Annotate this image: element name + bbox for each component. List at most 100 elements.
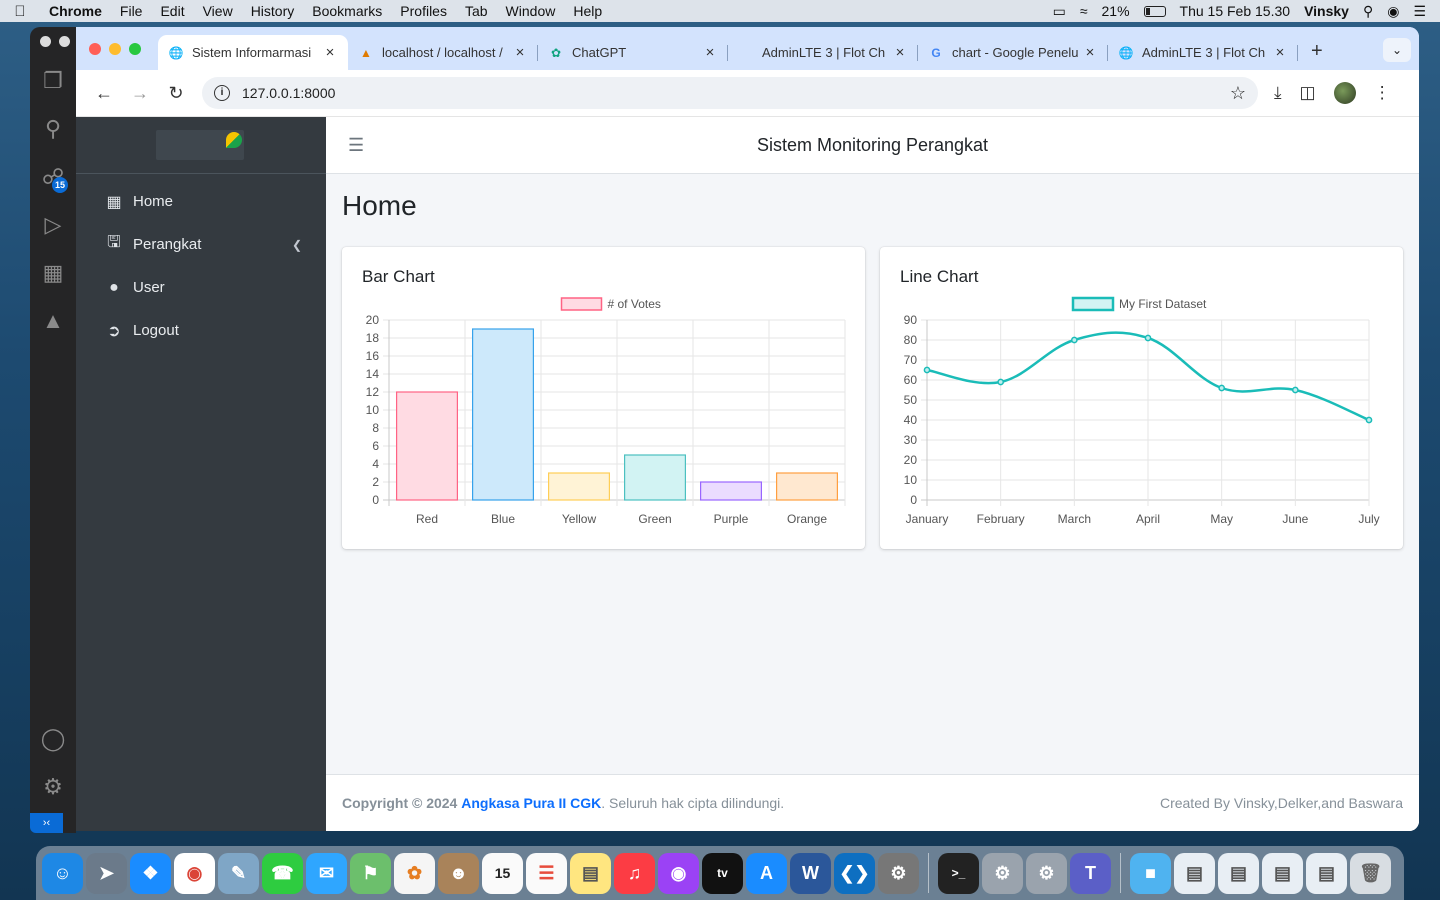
new-tab-icon[interactable]: +: [1311, 40, 1323, 63]
tab-adminlte-flot-1[interactable]: AdminLTE 3 | Flot Ch ×: [728, 35, 918, 70]
terminal-icon[interactable]: >_: [938, 852, 979, 894]
run-debug-icon[interactable]: ▷: [39, 211, 67, 239]
calendar-icon[interactable]: 15: [482, 852, 523, 894]
back-arrow-icon[interactable]: ←: [86, 83, 122, 104]
menu-app-name[interactable]: Chrome: [40, 3, 111, 19]
teams-icon[interactable]: T: [1070, 852, 1111, 894]
tab-adminlte-flot-2[interactable]: 🌐 AdminLTE 3 | Flot Ch ×: [1108, 35, 1298, 70]
facetime-icon[interactable]: ☎: [262, 852, 303, 894]
settings-icon[interactable]: ⚙: [982, 852, 1023, 894]
app-store-icon[interactable]: A: [746, 852, 787, 894]
bar-red: [395, 391, 458, 501]
window-dot[interactable]: [40, 36, 51, 47]
stack-icon[interactable]: ▤: [1306, 852, 1347, 894]
footer-brand-link[interactable]: Angkasa Pura II CGK: [461, 795, 601, 811]
menu-edit[interactable]: Edit: [151, 3, 193, 19]
menu-bookmarks[interactable]: Bookmarks: [303, 3, 391, 19]
explorer-icon[interactable]: ❐: [39, 67, 67, 95]
trash-icon[interactable]: 🗑: [1350, 852, 1391, 894]
close-tab-icon[interactable]: ×: [702, 44, 718, 61]
forward-arrow-icon[interactable]: →: [122, 83, 158, 104]
tab-sistem-informasi[interactable]: 🌐 Sistem Informarmasi ×: [158, 35, 348, 70]
chrome-icon[interactable]: ◉: [174, 852, 215, 894]
side-panel-icon[interactable]: ◫: [1300, 83, 1316, 103]
search-icon[interactable]: ⚲: [39, 115, 67, 143]
word-icon[interactable]: W: [790, 852, 831, 894]
menu-view[interactable]: View: [194, 3, 242, 19]
menu-help[interactable]: Help: [564, 3, 611, 19]
brand-logo[interactable]: [156, 130, 244, 160]
bookmark-star-icon[interactable]: ☆: [1230, 83, 1246, 104]
system-settings-icon[interactable]: ⚙: [878, 852, 919, 894]
stack-icon[interactable]: ▤: [1218, 852, 1259, 894]
contacts-icon[interactable]: ☻: [438, 852, 479, 894]
finder-icon[interactable]: ☺: [42, 852, 83, 894]
music-icon[interactable]: ♫: [614, 852, 655, 894]
maps-icon[interactable]: ⚑: [350, 852, 391, 894]
close-tab-icon[interactable]: ×: [892, 44, 908, 61]
stack-icon[interactable]: ▤: [1174, 852, 1215, 894]
minimize-window-button[interactable]: [109, 43, 121, 55]
notes-icon[interactable]: ▤: [570, 852, 611, 894]
apple-tv-icon[interactable]: tv: [702, 852, 743, 894]
more-menu-icon[interactable]: ⋮: [1374, 83, 1391, 103]
sidebar-item-perangkat[interactable]: 🖫 Perangkat ❮: [76, 223, 326, 266]
reminders-icon[interactable]: ☰: [526, 852, 567, 894]
airplay-icon[interactable]: ▭: [1053, 3, 1066, 20]
messages-icon[interactable]: ✉: [306, 852, 347, 894]
menu-tab[interactable]: Tab: [456, 3, 497, 19]
apple-icon[interactable]: : [0, 3, 40, 20]
battery-icon[interactable]: [1143, 5, 1166, 17]
podcasts-icon[interactable]: ◉: [658, 852, 699, 894]
menu-profiles[interactable]: Profiles: [391, 3, 456, 19]
vscode-icon[interactable]: ❮❯: [834, 852, 875, 894]
profile-avatar[interactable]: [1333, 82, 1356, 104]
line-chart-title: Line Chart: [900, 267, 979, 286]
reload-icon[interactable]: ↻: [158, 83, 194, 104]
tab-phpmyadmin[interactable]: ▲ localhost / localhost / ×: [348, 35, 538, 70]
sidebar-item-logout[interactable]: ➲ Logout: [76, 309, 326, 352]
close-tab-icon[interactable]: ×: [1082, 44, 1098, 61]
close-tab-icon[interactable]: ×: [512, 44, 528, 61]
preview-icon[interactable]: ✎: [218, 852, 259, 894]
y-tick-label: 2: [372, 475, 379, 489]
downloads-folder-icon[interactable]: ■: [1130, 852, 1171, 894]
site-info-icon[interactable]: i: [214, 85, 230, 101]
photos-icon[interactable]: ✿: [394, 852, 435, 894]
menu-window[interactable]: Window: [497, 3, 565, 19]
settings-gear-icon[interactable]: ⚙: [39, 773, 67, 801]
zoom-window-button[interactable]: [129, 43, 141, 55]
url-text[interactable]: 127.0.0.1:8000: [242, 85, 335, 101]
close-tab-icon[interactable]: ×: [322, 44, 338, 61]
data-point-april: [1144, 334, 1152, 342]
account-icon[interactable]: ◯: [39, 725, 67, 753]
clock[interactable]: Thu 15 Feb 15.30: [1180, 3, 1291, 19]
close-tab-icon[interactable]: ×: [1272, 44, 1288, 61]
tab-chatgpt[interactable]: ✿ ChatGPT ×: [538, 35, 728, 70]
settings-icon[interactable]: ⚙: [1026, 852, 1067, 894]
chevron-down-icon[interactable]: ⌄: [1383, 38, 1411, 62]
page-title: Home: [342, 190, 417, 221]
chevron-left-icon[interactable]: ❮: [292, 238, 302, 252]
testing-icon[interactable]: ▲: [39, 307, 67, 335]
siri-icon[interactable]: ◉: [1387, 3, 1399, 20]
download-icon[interactable]: ⤓: [1274, 83, 1282, 103]
tab-google-search[interactable]: G chart - Google Penelu ×: [918, 35, 1108, 70]
control-center-icon[interactable]: ☰: [1413, 3, 1426, 20]
launchpad-icon[interactable]: ➤: [86, 852, 127, 894]
wifi-icon[interactable]: ≈: [1080, 3, 1088, 19]
sidebar-item-user[interactable]: ● User: [76, 266, 326, 309]
safari-icon[interactable]: ❖: [130, 852, 171, 894]
menu-file[interactable]: File: [111, 3, 152, 19]
remote-icon[interactable]: ›‹: [30, 813, 63, 833]
legend-swatch: [1071, 296, 1115, 312]
spotlight-icon[interactable]: ⚲: [1363, 3, 1373, 20]
address-bar[interactable]: i 127.0.0.1:8000 ☆: [202, 77, 1258, 109]
stack-icon[interactable]: ▤: [1262, 852, 1303, 894]
window-dot[interactable]: [59, 36, 70, 47]
close-window-button[interactable]: [89, 43, 101, 55]
extensions-icon[interactable]: ▦: [39, 259, 67, 287]
user-name[interactable]: Vinsky: [1304, 3, 1349, 19]
menu-history[interactable]: History: [242, 3, 304, 19]
sidebar-item-home[interactable]: ▦ Home: [76, 180, 326, 223]
